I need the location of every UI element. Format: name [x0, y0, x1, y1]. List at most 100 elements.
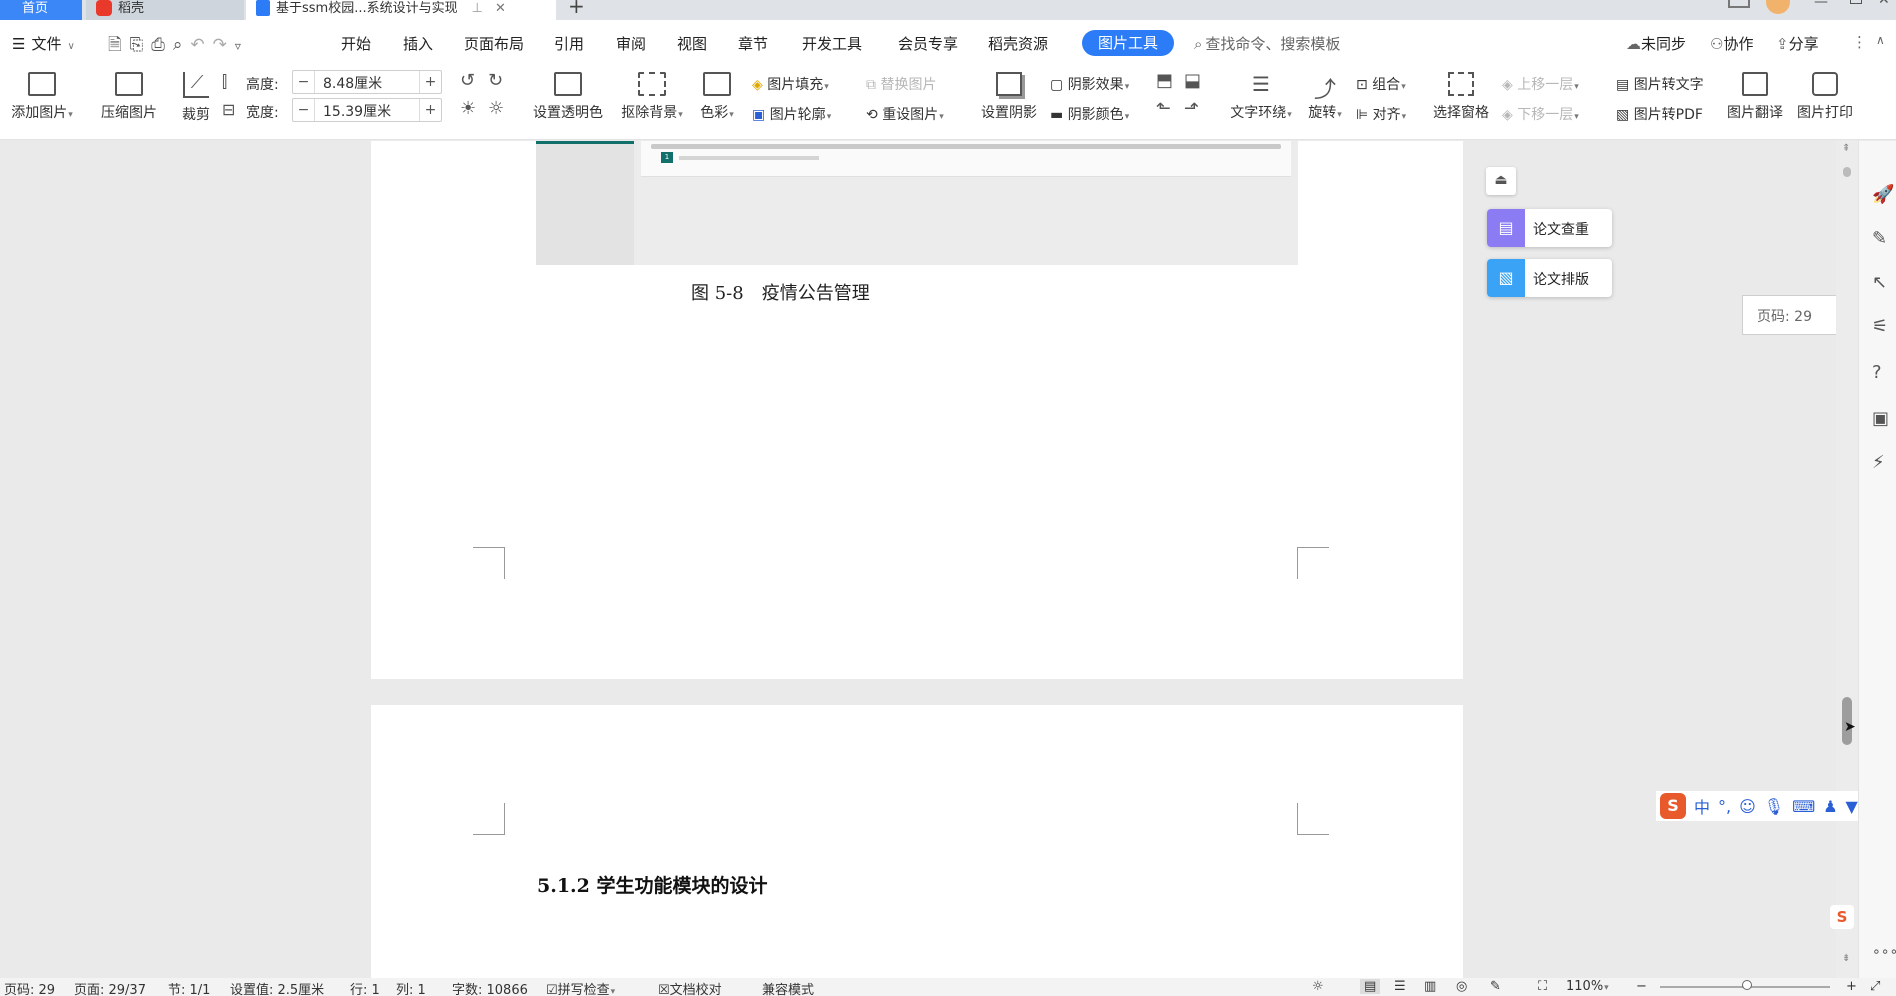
image-edit-icon[interactable]: ▣ [1872, 408, 1889, 429]
ime-language-toggle[interactable]: 中 [1694, 794, 1710, 818]
shadow-down-icon[interactable]: ⬓ [1184, 72, 1201, 90]
brightness-down-icon[interactable]: ☼ [488, 100, 504, 118]
tab-home[interactable]: 首页 [0, 0, 82, 20]
eye-protect-icon[interactable]: ☼ [1312, 979, 1324, 994]
settings-sliders-icon[interactable]: ⚟ [1872, 316, 1888, 337]
punctuation-icon[interactable]: °, [1718, 797, 1731, 816]
outline-view-icon[interactable]: ☰ [1394, 979, 1406, 994]
picture-print-button[interactable]: 图片打印 [1792, 72, 1858, 136]
picture-translate-button[interactable]: 图片翻译 [1722, 72, 1788, 136]
collapse-side-panel-icon[interactable]: ⏏ [1486, 167, 1516, 195]
add-picture-button[interactable]: 添加图片▾ [6, 72, 78, 136]
doc-proof-toggle[interactable]: ☒文档校对 [658, 979, 722, 996]
emoji-icon[interactable]: ☺ [1739, 797, 1756, 816]
crop-button[interactable]: ⟋ 裁剪 [178, 72, 214, 136]
status-setting[interactable]: 设置值: 2.5厘米 [230, 979, 324, 996]
preview-icon[interactable]: ⌕ [173, 35, 191, 55]
tab-docer[interactable]: 稻壳 [86, 0, 244, 20]
width-value[interactable]: 15.39厘米 [323, 101, 391, 121]
vertical-scrollbar[interactable]: ⇞ ➤ ⇟ [1836, 141, 1858, 978]
save-icon[interactable]: 🗎 [108, 35, 130, 55]
bring-forward-button[interactable]: ◈ 上移一层▾ [1502, 74, 1579, 94]
cursor-select-icon[interactable]: ↖ [1872, 272, 1887, 293]
menu-member[interactable]: 会员专享 [898, 33, 958, 54]
collaborate-button[interactable]: ⚇协作 [1710, 33, 1753, 54]
height-spinner[interactable]: − 8.48厘米 + [292, 70, 442, 94]
paper-check-button[interactable]: ▤ 论文查重 [1487, 209, 1612, 247]
menu-chapter[interactable]: 章节 [738, 33, 768, 54]
tab-document[interactable]: 基于ssm校园...系统设计与实现 ⊥ ✕ [246, 0, 556, 20]
print-icon[interactable]: ⎙ [151, 35, 173, 55]
status-page-no[interactable]: 页码: 29 [4, 979, 55, 996]
fullscreen-icon[interactable]: ⤢ [1870, 979, 1880, 994]
shirt-icon[interactable]: ▼ [1846, 797, 1858, 816]
status-section[interactable]: 节: 1/1 [168, 979, 210, 996]
page-view-icon[interactable]: ▤ [1360, 979, 1381, 994]
sogou-logo-icon[interactable]: S [1660, 793, 1686, 819]
menu-view[interactable]: 视图 [677, 33, 707, 54]
sogou-mini-icon[interactable]: S [1830, 905, 1854, 929]
scroll-up-arrow-icon[interactable]: ⇞ [1842, 143, 1850, 154]
align-button[interactable]: ⊫ 对齐▾ [1356, 104, 1406, 124]
file-menu[interactable]: ☰ 文件 ∨ [12, 33, 75, 54]
zoom-out-icon[interactable]: − [1636, 979, 1647, 994]
share-button[interactable]: ⇪分享 [1776, 33, 1819, 54]
reset-picture-button[interactable]: ⟲ 重设图片▾ [866, 104, 944, 124]
layout-icon[interactable] [1728, 0, 1750, 8]
lightning-icon[interactable]: ⚡ [1872, 452, 1885, 473]
read-view-icon[interactable]: ▥ [1424, 979, 1436, 994]
picture-to-text-button[interactable]: ▤ 图片转文字 [1616, 74, 1704, 94]
more-menu-icon[interactable]: ⋮ [1852, 33, 1867, 51]
brightness-up-icon[interactable]: ☀ [460, 100, 476, 118]
picture-outline-button[interactable]: ▣ 图片轮廓▾ [752, 104, 831, 124]
menu-review[interactable]: 审阅 [616, 33, 646, 54]
shadow-up-icon[interactable]: ⬒ [1156, 72, 1173, 90]
width-spinner[interactable]: − 15.39厘米 + [292, 98, 442, 122]
tab-picture-tools[interactable]: 图片工具 [1082, 30, 1174, 56]
selection-pane-button[interactable]: 选择窗格 [1428, 72, 1494, 136]
spell-check-toggle[interactable]: ☑拼写检查▾ [546, 979, 615, 996]
compress-picture-button[interactable]: 压缩图片 [96, 72, 162, 136]
picture-fill-button[interactable]: ◈ 图片填充▾ [752, 74, 829, 94]
rotate-left-icon[interactable]: ↺ [460, 72, 475, 90]
scroll-down-arrow-icon[interactable]: ⇟ [1842, 953, 1850, 964]
embedded-screenshot[interactable]: 1 [536, 141, 1298, 265]
height-increment-button[interactable]: + [419, 71, 441, 93]
replace-picture-button[interactable]: ⧉ 替换图片 [866, 74, 936, 94]
customize-icon[interactable]: ▿ [235, 39, 249, 53]
pin-icon[interactable]: ⊥ [472, 1, 483, 16]
zoom-level[interactable]: 110%▾ [1566, 979, 1609, 994]
menu-layout[interactable]: 页面布局 [464, 33, 524, 54]
set-shadow-button[interactable]: 设置阴影 [976, 72, 1042, 136]
menu-reference[interactable]: 引用 [554, 33, 584, 54]
rotate-right-icon[interactable]: ↻ [488, 72, 503, 90]
help-icon[interactable]: ? [1872, 362, 1882, 383]
keyboard-icon[interactable]: ⌨ [1792, 797, 1815, 816]
picture-to-pdf-button[interactable]: ▧ 图片转PDF [1616, 104, 1703, 124]
sync-status[interactable]: ☁未同步 [1626, 33, 1686, 54]
text-wrap-button[interactable]: ☰ 文字环绕▾ [1224, 72, 1298, 136]
command-search[interactable]: ⌕ 查找命令、搜索模板 [1194, 33, 1340, 54]
undo-icon[interactable]: ↶ [190, 35, 212, 55]
menu-developer[interactable]: 开发工具 [802, 33, 862, 54]
group-button[interactable]: ⊡ 组合▾ [1356, 74, 1406, 94]
web-view-icon[interactable]: ◎ [1456, 979, 1467, 994]
shadow-left-icon[interactable]: ⬑ [1156, 100, 1171, 118]
more-rail-icon[interactable]: ∘∘∘ [1872, 944, 1896, 960]
status-word-count[interactable]: 字数: 10866 [452, 979, 528, 996]
minimize-icon[interactable]: — [1814, 0, 1828, 10]
set-transparent-button[interactable]: 设置透明色 [528, 72, 608, 136]
status-page-count[interactable]: 页面: 29/37 [74, 979, 146, 996]
status-row[interactable]: 行: 1 [350, 979, 380, 996]
rocket-icon[interactable]: 🚀 [1872, 184, 1894, 205]
redo-icon[interactable]: ↷ [213, 35, 235, 55]
paper-layout-button[interactable]: ▧ 论文排版 [1487, 259, 1612, 297]
color-button[interactable]: 色彩▾ [694, 72, 740, 136]
zoom-slider-knob[interactable] [1742, 980, 1752, 990]
menu-insert[interactable]: 插入 [403, 33, 433, 54]
menu-docer-resources[interactable]: 稻壳资源 [988, 33, 1048, 54]
export-icon[interactable]: ⎘ [130, 35, 152, 55]
restore-icon[interactable] [1850, 0, 1862, 4]
width-increment-button[interactable]: + [419, 99, 441, 121]
status-col[interactable]: 列: 1 [396, 979, 426, 996]
